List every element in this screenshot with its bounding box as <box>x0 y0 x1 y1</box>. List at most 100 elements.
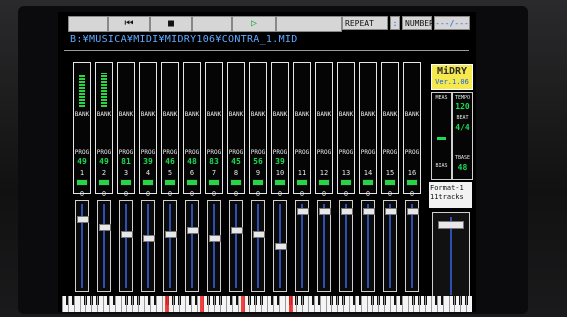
white-key[interactable] <box>214 296 215 312</box>
channel-mute-toggle[interactable] <box>142 179 154 186</box>
piano-keyboard[interactable] <box>62 296 472 312</box>
channel-fader[interactable] <box>383 200 397 292</box>
white-key[interactable] <box>97 296 98 312</box>
white-key[interactable] <box>121 296 122 312</box>
white-key[interactable] <box>197 296 198 312</box>
white-key[interactable] <box>255 296 256 312</box>
fader-handle[interactable] <box>253 231 265 238</box>
master-fader[interactable] <box>432 212 470 302</box>
white-key[interactable] <box>326 296 327 312</box>
white-key[interactable] <box>402 296 403 312</box>
white-key[interactable] <box>449 296 450 312</box>
channel-mute-toggle[interactable] <box>406 179 418 186</box>
white-key[interactable] <box>466 296 467 312</box>
channel-mute-toggle[interactable] <box>164 179 176 186</box>
fader-handle[interactable] <box>231 227 243 234</box>
fader-handle[interactable] <box>363 208 375 215</box>
channel-fader[interactable] <box>75 200 89 292</box>
fader-handle[interactable] <box>341 208 353 215</box>
white-key[interactable] <box>378 296 379 312</box>
channel-fader[interactable] <box>317 200 331 292</box>
white-key[interactable] <box>431 296 432 312</box>
fader-handle[interactable] <box>121 231 133 238</box>
channel-mute-toggle[interactable] <box>186 179 198 186</box>
white-key[interactable] <box>232 296 233 312</box>
white-key[interactable] <box>296 296 297 312</box>
fader-handle[interactable] <box>407 208 419 215</box>
channel-fader[interactable] <box>361 200 375 292</box>
channel-fader[interactable] <box>207 200 221 292</box>
fader-handle[interactable] <box>319 208 331 215</box>
white-key[interactable] <box>109 296 110 312</box>
white-key[interactable] <box>85 296 86 312</box>
channel-mute-toggle[interactable] <box>76 179 88 186</box>
channel-mute-toggle[interactable] <box>230 179 242 186</box>
channel-fader[interactable] <box>97 200 111 292</box>
channel-mute-toggle[interactable] <box>318 179 330 186</box>
channel-fader[interactable] <box>339 200 353 292</box>
white-key[interactable] <box>156 296 157 312</box>
white-key[interactable] <box>68 296 69 312</box>
white-key[interactable] <box>314 296 315 312</box>
white-key[interactable] <box>179 296 180 312</box>
white-key[interactable] <box>331 296 332 312</box>
white-key[interactable] <box>349 296 350 312</box>
white-key[interactable] <box>115 296 116 312</box>
white-key[interactable] <box>220 296 221 312</box>
fader-handle[interactable] <box>99 224 111 231</box>
white-key[interactable] <box>408 296 409 312</box>
white-key[interactable] <box>396 296 397 312</box>
white-key[interactable] <box>308 296 309 312</box>
white-key[interactable] <box>91 296 92 312</box>
channel-mute-toggle[interactable] <box>362 179 374 186</box>
channel-mute-toggle[interactable] <box>296 179 308 186</box>
channel-fader[interactable] <box>405 200 419 292</box>
fader-handle[interactable] <box>209 235 221 242</box>
white-key[interactable] <box>80 296 81 312</box>
fader-handle[interactable] <box>187 227 199 234</box>
white-key[interactable] <box>390 296 391 312</box>
white-key[interactable] <box>437 296 438 312</box>
white-key[interactable] <box>238 296 239 312</box>
channel-fader[interactable] <box>119 200 133 292</box>
white-key[interactable] <box>285 296 286 312</box>
white-key[interactable] <box>74 296 75 312</box>
white-key[interactable] <box>185 296 186 312</box>
white-key[interactable] <box>355 296 356 312</box>
white-key[interactable] <box>138 296 139 312</box>
channel-fader[interactable] <box>295 200 309 292</box>
repeat-value[interactable]: : <box>390 16 400 30</box>
fader-handle[interactable] <box>385 208 397 215</box>
channel-fader[interactable] <box>251 200 265 292</box>
white-key[interactable] <box>126 296 127 312</box>
white-key[interactable] <box>191 296 192 312</box>
white-key[interactable] <box>454 296 455 312</box>
channel-mute-toggle[interactable] <box>340 179 352 186</box>
master-fader-handle[interactable] <box>438 221 464 229</box>
white-key[interactable] <box>150 296 151 312</box>
fader-handle[interactable] <box>275 243 287 250</box>
white-key[interactable] <box>267 296 268 312</box>
white-key[interactable] <box>261 296 262 312</box>
channel-mute-toggle[interactable] <box>384 179 396 186</box>
fader-handle[interactable] <box>165 231 177 238</box>
white-key[interactable] <box>372 296 373 312</box>
white-key[interactable] <box>132 296 133 312</box>
play-button[interactable]: ▷ <box>232 16 276 32</box>
white-key[interactable] <box>103 296 104 312</box>
white-key[interactable] <box>173 296 174 312</box>
white-key[interactable] <box>62 296 63 312</box>
white-key[interactable] <box>273 296 274 312</box>
white-key[interactable] <box>419 296 420 312</box>
channel-fader[interactable] <box>185 200 199 292</box>
toolbar-blank-button-3[interactable] <box>276 16 342 32</box>
fader-handle[interactable] <box>297 208 309 215</box>
fader-handle[interactable] <box>143 235 155 242</box>
channel-mute-toggle[interactable] <box>208 179 220 186</box>
toolbar-blank-button-2[interactable] <box>192 16 232 32</box>
white-key[interactable] <box>460 296 461 312</box>
channel-fader[interactable] <box>163 200 177 292</box>
rewind-button[interactable]: ⏮ <box>108 16 150 32</box>
white-key[interactable] <box>320 296 321 312</box>
white-key[interactable] <box>279 296 280 312</box>
